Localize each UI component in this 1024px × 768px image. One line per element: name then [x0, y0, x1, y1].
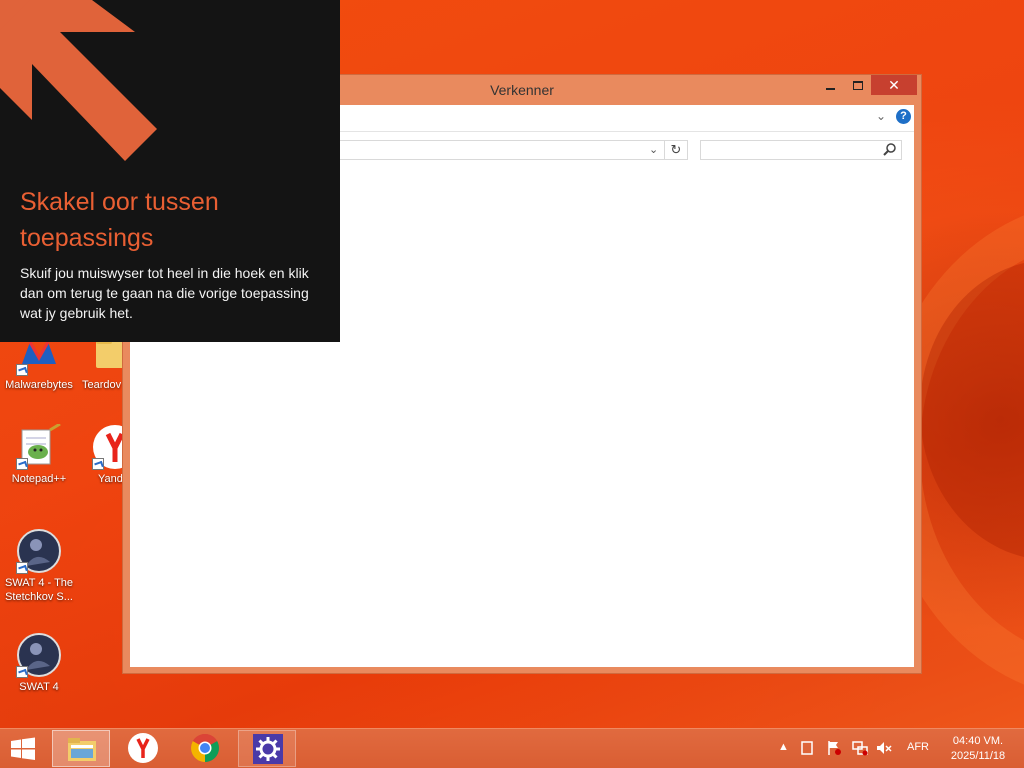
- notepadpp-icon: [16, 422, 62, 470]
- desktop-icon-label: SWAT 4: [19, 681, 59, 693]
- clock-date: 2025/11/18: [950, 750, 1006, 762]
- shortcut-arrow-icon: [16, 562, 28, 574]
- expand-ribbon-icon[interactable]: ⌄: [876, 109, 886, 123]
- taskbar-chrome[interactable]: [176, 730, 234, 767]
- shortcut-arrow-icon: [92, 458, 104, 470]
- flag-warning-icon[interactable]: [826, 740, 842, 756]
- clock[interactable]: 04:40 VM. 2025/11/18: [940, 734, 1016, 764]
- desktop-icon-label: Notepad++: [11, 473, 67, 485]
- chrome-icon: [191, 734, 219, 762]
- desktop-icon-swat4[interactable]: SWAT 4: [0, 632, 78, 694]
- refresh-button[interactable]: ↻: [664, 140, 688, 160]
- switch-apps-tip-panel: Skakel oor tussen toepassings Skuif jou …: [0, 0, 340, 342]
- shortcut-arrow-icon: [16, 458, 28, 470]
- tip-body: Skuif jou muiswyser tot heel in die hoek…: [20, 265, 309, 321]
- desktop-icon-label: SWAT 4 - The Stetchkov S...: [4, 577, 74, 603]
- settings-gear-icon: [253, 734, 283, 764]
- taskbar-yandex-browser[interactable]: [114, 730, 172, 767]
- desktop-icon-yandex[interactable]: Yand: [80, 424, 124, 486]
- show-hidden-icons-icon[interactable]: ▲: [778, 741, 789, 753]
- desktop-icon-swat4-stetchkov[interactable]: SWAT 4 - The Stetchkov S...: [0, 528, 78, 604]
- swat4-icon: [16, 528, 62, 574]
- minimize-button[interactable]: [817, 75, 843, 95]
- desktop-icon-notepadpp[interactable]: Notepad++: [0, 422, 78, 486]
- start-button[interactable]: [8, 737, 38, 761]
- taskbar: ▲ AFR 04:40 VM. 2025/11/18: [0, 728, 1024, 768]
- swat4-icon: [16, 632, 62, 678]
- shortcut-arrow-icon: [16, 666, 28, 678]
- corner-arrow-icon: [0, 0, 157, 161]
- desktop: Malwarebytes Teardov Notepad++ Yand SWAT…: [0, 0, 1024, 768]
- yandex-browser-icon: [128, 733, 158, 763]
- file-explorer-icon: [68, 738, 96, 761]
- search-input[interactable]: [700, 140, 902, 160]
- language-indicator[interactable]: AFR: [907, 741, 929, 753]
- search-icon: [883, 143, 896, 156]
- volume-muted-icon[interactable]: [876, 741, 892, 755]
- desktop-icon-label: Malwarebytes: [5, 379, 73, 391]
- taskbar-settings[interactable]: [238, 730, 296, 767]
- action-center-icon[interactable]: [800, 741, 814, 755]
- desktop-icon-label: Teardov: [82, 379, 122, 391]
- network-icon[interactable]: [852, 740, 868, 756]
- desktop-icon-label: Yand: [98, 473, 123, 485]
- maximize-button[interactable]: [845, 75, 871, 95]
- minimize-icon: [825, 87, 835, 90]
- close-icon: ✕: [888, 77, 900, 93]
- shortcut-arrow-icon: [16, 364, 28, 376]
- windows-logo-icon: [11, 737, 35, 760]
- yandex-icon: [92, 424, 124, 470]
- taskbar-file-explorer[interactable]: [52, 730, 110, 767]
- help-icon[interactable]: ?: [896, 109, 911, 124]
- tip-heading: Skakel oor tussen toepassings: [20, 188, 219, 252]
- chevron-down-icon[interactable]: ⌄: [649, 143, 658, 156]
- clock-time: 04:40 VM.: [952, 735, 1004, 747]
- wallpaper-swirl-inner: [920, 260, 1024, 560]
- refresh-icon: ↻: [670, 142, 682, 157]
- close-button[interactable]: ✕: [871, 75, 917, 95]
- maximize-icon: [853, 81, 863, 91]
